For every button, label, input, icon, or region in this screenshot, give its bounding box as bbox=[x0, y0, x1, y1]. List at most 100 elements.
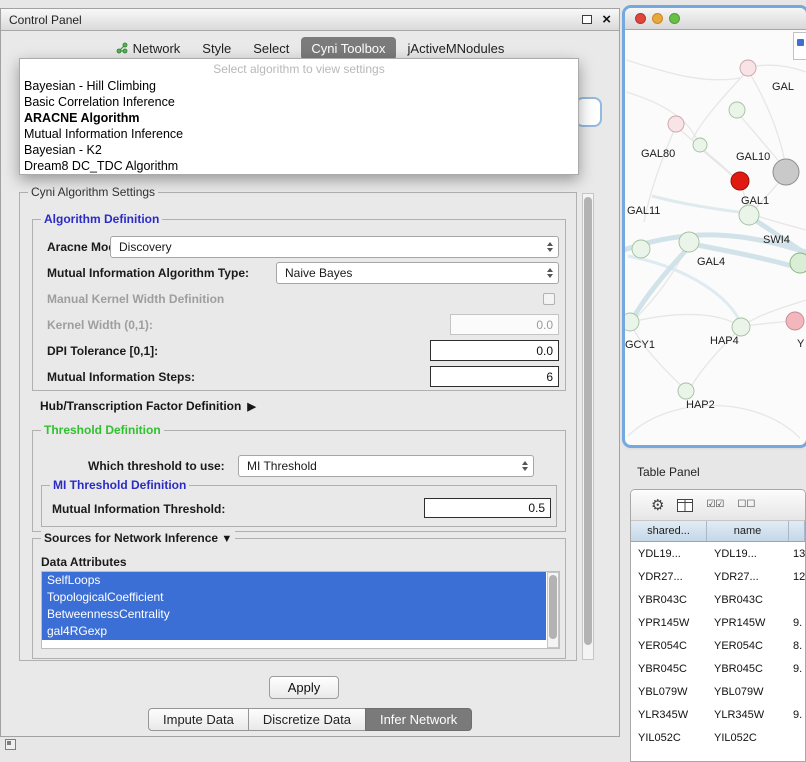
network-node-selected[interactable] bbox=[731, 172, 749, 190]
network-node[interactable] bbox=[729, 102, 745, 118]
manual-kernel-width-checkbox[interactable] bbox=[543, 293, 555, 305]
gear-icon[interactable]: ⚙ bbox=[651, 498, 664, 513]
network-edge[interactable] bbox=[756, 65, 806, 72]
dpi-tolerance-input[interactable] bbox=[430, 340, 559, 361]
float-window-icon[interactable] bbox=[582, 15, 592, 24]
list-scrollbar[interactable] bbox=[547, 572, 559, 648]
aracne-mode-combobox[interactable]: Discovery bbox=[110, 236, 559, 258]
network-node[interactable] bbox=[693, 138, 707, 152]
mi-threshold-input[interactable] bbox=[424, 498, 551, 518]
network-view-window: GAL GAL80 GAL10 GAL11 GAL1 SWI4 GAL4 GCY… bbox=[625, 8, 806, 445]
tab-network[interactable]: Network bbox=[106, 37, 191, 60]
algorithm-definition-title: Algorithm Definition bbox=[41, 212, 162, 226]
deselect-all-icon[interactable]: ☐☐ bbox=[737, 500, 755, 510]
which-threshold-combobox[interactable]: MI Threshold bbox=[238, 455, 534, 477]
popup-item-mutual-information[interactable]: Mutual Information Inference bbox=[20, 126, 578, 142]
network-node[interactable] bbox=[678, 383, 694, 399]
attribute-item-gal4rgexp[interactable]: gal4RGexp bbox=[42, 623, 546, 640]
attribute-item-topologicalcoefficient[interactable]: TopologicalCoefficient bbox=[42, 589, 546, 606]
network-node-hub[interactable] bbox=[773, 159, 799, 185]
table-row[interactable]: YDR27... YDR27... 12 bbox=[631, 565, 805, 588]
settings-scrollbar[interactable] bbox=[582, 193, 594, 660]
tab-cyni-toolbox[interactable]: Cyni Toolbox bbox=[301, 37, 395, 60]
select-all-icon[interactable]: ☑☑ bbox=[706, 500, 724, 510]
network-node[interactable] bbox=[625, 313, 639, 331]
network-canvas[interactable]: GAL GAL80 GAL10 GAL11 GAL1 SWI4 GAL4 GCY… bbox=[625, 30, 806, 445]
network-edge[interactable] bbox=[632, 314, 739, 326]
mi-algorithm-type-combobox[interactable]: Naive Bayes bbox=[276, 262, 559, 284]
table-cell: YIL052C bbox=[707, 732, 789, 744]
hub-tf-definition-label: Hub/Transcription Factor Definition bbox=[40, 399, 241, 413]
table-cell: YPR145W bbox=[631, 617, 707, 629]
apply-button[interactable]: Apply bbox=[269, 676, 339, 699]
birdseye-toggle[interactable] bbox=[793, 32, 806, 60]
tab-select[interactable]: Select bbox=[243, 37, 299, 60]
settings-scrollbar-thumb[interactable] bbox=[584, 197, 592, 645]
network-edge[interactable] bbox=[652, 196, 746, 213]
table-row[interactable]: YPR145W YPR145W 9. bbox=[631, 611, 805, 634]
column-header-name[interactable]: name bbox=[707, 521, 789, 541]
table-cell: YDR27... bbox=[707, 571, 789, 583]
network-edge[interactable] bbox=[626, 92, 698, 142]
network-node[interactable] bbox=[740, 60, 756, 76]
network-edge[interactable] bbox=[626, 60, 740, 80]
table-row[interactable]: YLR345W YLR345W 9. bbox=[631, 703, 805, 726]
network-node[interactable] bbox=[732, 318, 750, 336]
popup-item-bayesian-k2[interactable]: Bayesian - K2 bbox=[20, 142, 578, 158]
network-edge[interactable] bbox=[633, 328, 688, 392]
column-header-shared-name[interactable]: shared... bbox=[631, 521, 707, 541]
node-label: Y bbox=[797, 338, 805, 350]
table-row[interactable]: YIL052C YIL052C bbox=[631, 726, 805, 749]
tab-discretize-data[interactable]: Discretize Data bbox=[248, 708, 366, 731]
network-node[interactable] bbox=[786, 312, 804, 330]
tab-style[interactable]: Style bbox=[192, 37, 241, 60]
table-cell: 9. bbox=[789, 709, 805, 721]
network-node[interactable] bbox=[790, 253, 806, 273]
screen: Control Panel × Network Style Select Cyn… bbox=[0, 0, 806, 762]
node-label: SWI4 bbox=[763, 234, 790, 246]
network-node[interactable] bbox=[632, 240, 650, 258]
list-scrollbar-thumb[interactable] bbox=[549, 575, 557, 639]
table-row[interactable]: YBR045C YBR045C 9. bbox=[631, 657, 805, 680]
tab-impute-data[interactable]: Impute Data bbox=[148, 708, 249, 731]
threshold-definition-title: Threshold Definition bbox=[41, 423, 164, 437]
network-node[interactable] bbox=[739, 205, 759, 225]
mi-threshold-label: Mutual Information Threshold: bbox=[52, 498, 225, 520]
tab-infer-network[interactable]: Infer Network bbox=[365, 708, 472, 731]
attribute-item-betweennesscentrality[interactable]: BetweennessCentrality bbox=[42, 606, 546, 623]
network-window-titlebar bbox=[625, 8, 806, 30]
popup-item-bayesian-hill-climbing[interactable]: Bayesian - Hill Climbing bbox=[20, 78, 578, 94]
table-cell: YLR345W bbox=[707, 709, 789, 721]
expand-right-icon: ▶ bbox=[247, 400, 255, 413]
table-cell: YDL19... bbox=[631, 548, 707, 560]
docked-panel-icon[interactable] bbox=[5, 739, 16, 750]
network-node[interactable] bbox=[668, 116, 684, 132]
network-node[interactable] bbox=[679, 232, 699, 252]
column-header-extra[interactable] bbox=[789, 521, 805, 541]
attribute-item-selfloops[interactable]: SelfLoops bbox=[42, 572, 546, 589]
table-row[interactable]: YBL079W YBL079W bbox=[631, 680, 805, 703]
popup-item-aracne[interactable]: ARACNE Algorithm bbox=[20, 110, 578, 126]
sources-toggle[interactable]: Sources for Network Inference ▼ bbox=[41, 531, 235, 545]
network-edge[interactable] bbox=[700, 148, 736, 180]
traffic-light-zoom-icon[interactable] bbox=[669, 13, 680, 24]
tab-jactivemnodules[interactable]: jActiveMNodules bbox=[398, 37, 515, 60]
table-cell: YBR045C bbox=[707, 663, 789, 675]
table-row[interactable]: YDL19... YDL19... 13 bbox=[631, 542, 805, 565]
close-icon[interactable]: × bbox=[602, 12, 611, 27]
control-panel-titlebar: Control Panel × bbox=[1, 9, 619, 31]
table-cell: 9. bbox=[789, 617, 805, 629]
aracne-mode-value: Discovery bbox=[119, 240, 172, 254]
traffic-light-minimize-icon[interactable] bbox=[652, 13, 663, 24]
table-row[interactable]: YBR043C YBR043C bbox=[631, 588, 805, 611]
popup-item-dream8[interactable]: Dream8 DC_TDC Algorithm bbox=[20, 158, 578, 174]
table-row[interactable]: YER054C YER054C 8. bbox=[631, 634, 805, 657]
mi-steps-input[interactable] bbox=[430, 366, 559, 387]
columns-icon[interactable] bbox=[677, 499, 693, 512]
hub-tf-definition-toggle[interactable]: Hub/Transcription Factor Definition ▶ bbox=[40, 399, 256, 413]
kernel-width-input[interactable] bbox=[450, 314, 559, 335]
table-cell: 9. bbox=[789, 663, 805, 675]
table-cell: YBR045C bbox=[631, 663, 707, 675]
traffic-light-close-icon[interactable] bbox=[635, 13, 646, 24]
popup-item-basic-correlation[interactable]: Basic Correlation Inference bbox=[20, 94, 578, 110]
